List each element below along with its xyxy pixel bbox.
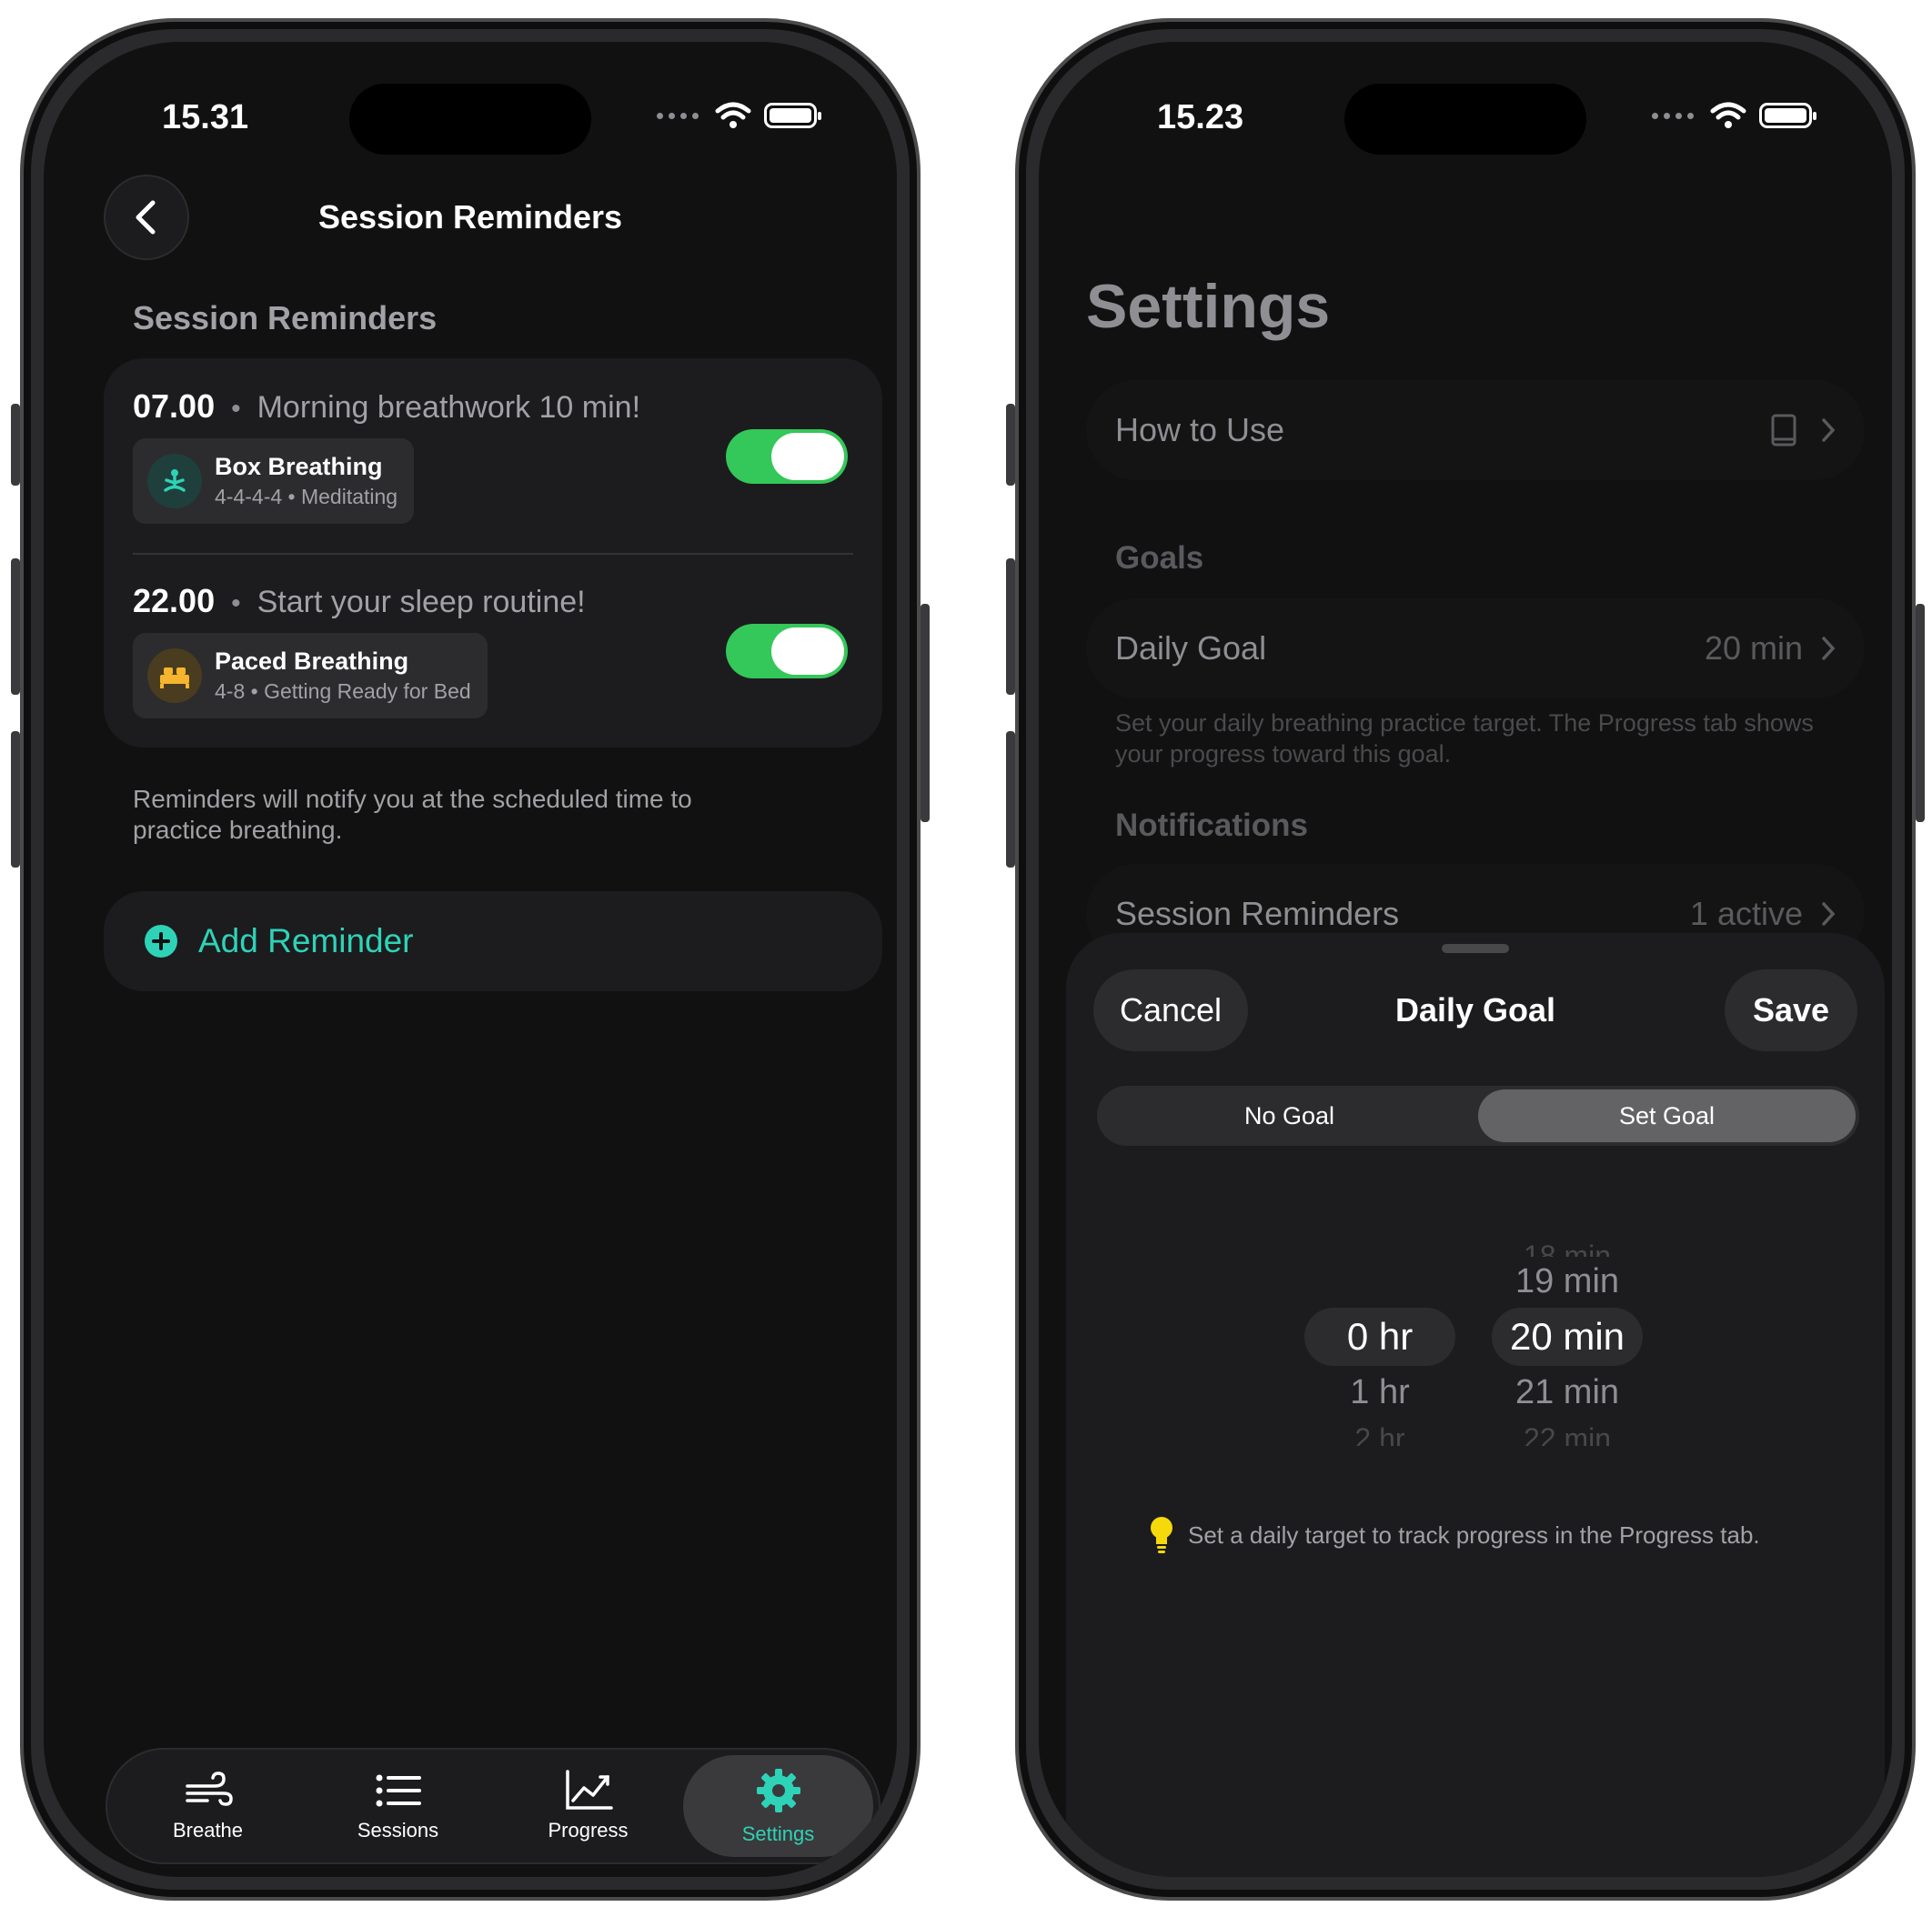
session-reminders-label: Session Reminders <box>1115 895 1400 932</box>
technique-detail: 4-4-4-4 • Meditating <box>215 485 398 508</box>
wifi-icon <box>715 102 751 128</box>
signal-icon <box>657 112 699 119</box>
signal-icon <box>1652 112 1694 119</box>
volume-up-button <box>11 558 20 695</box>
tab-label: Breathe <box>172 1819 244 1842</box>
battery-icon <box>1759 103 1816 128</box>
tab-settings[interactable]: Settings <box>683 1755 873 1857</box>
dynamic-island <box>349 84 591 155</box>
status-time: 15.23 <box>1157 98 1244 136</box>
goal-note: Set your daily breathing practice target… <box>1115 709 1814 768</box>
chevron-right-icon <box>1822 902 1836 926</box>
plus-circle-icon <box>145 925 177 958</box>
technique-detail: 4-8 • Getting Ready for Bed <box>215 679 471 703</box>
goals-header: Goals <box>1115 540 1204 576</box>
daily-goal-sheet: Cancel Daily Goal Save No Goal Set Goal … <box>1066 933 1885 1877</box>
footnote: Reminders will notify you at the schedul… <box>133 785 692 844</box>
segment-no-goal[interactable]: No Goal <box>1101 1089 1478 1142</box>
screen-session-reminders: 15.31 Session Reminders Session Reminder… <box>44 42 897 1877</box>
goal-mode-segmented-control: No Goal Set Goal <box>1097 1086 1859 1146</box>
save-button[interactable]: Save <box>1725 969 1857 1051</box>
reminder-toggle[interactable] <box>726 624 848 678</box>
daily-goal-value: 20 min <box>1704 629 1803 667</box>
reminder-row[interactable]: 22.00 • Start your sleep routine! <box>133 582 853 620</box>
tab-sessions[interactable]: Sessions <box>303 1755 493 1857</box>
technique-name: Paced Breathing <box>215 647 409 675</box>
daily-goal-row[interactable]: Daily Goal 20 min <box>1086 598 1865 698</box>
tip-text: Set a daily target to track progress in … <box>1188 1521 1760 1549</box>
volume-up-button <box>1006 558 1015 695</box>
screen-settings: 15.23 Settings How to Use Goals Daily Go… <box>1039 42 1892 1877</box>
tab-breathe[interactable]: Breathe <box>113 1755 303 1857</box>
technique-chip: Box Breathing 4-4-4-4 • Meditating <box>133 438 415 524</box>
power-button <box>921 604 930 822</box>
tab-bar: Breathe Sessions Progress Settings <box>106 1748 880 1864</box>
sheet-grabber[interactable] <box>1442 944 1509 953</box>
nav-title: Session Reminders <box>317 198 623 236</box>
session-reminders-value: 1 active <box>1689 895 1803 932</box>
how-to-use-row[interactable]: How to Use <box>1086 380 1865 480</box>
picker-item: 21 min <box>1514 1373 1620 1411</box>
picker-item: 19 min <box>1514 1262 1620 1300</box>
reminder-message: Morning breathwork 10 min! <box>257 390 641 425</box>
reminder-time: 22.00 <box>133 582 216 619</box>
separator-dot: • <box>231 394 241 424</box>
tab-progress[interactable]: Progress <box>493 1755 683 1857</box>
daily-goal-label: Daily Goal <box>1115 629 1267 667</box>
chart-icon <box>565 1770 613 1810</box>
volume-down-button <box>1006 731 1015 868</box>
add-reminder-button[interactable]: Add Reminder <box>104 891 882 991</box>
list-icon <box>376 1774 421 1807</box>
status-icons <box>1652 102 1816 129</box>
separator-dot: • <box>231 588 241 618</box>
add-reminder-label: Add Reminder <box>198 922 414 959</box>
technique-chip: Paced Breathing 4-8 • Getting Ready for … <box>133 633 488 718</box>
mute-switch <box>1006 404 1015 486</box>
meditation-icon <box>147 454 202 508</box>
chevron-right-icon <box>1822 418 1836 442</box>
technique-name: Box Breathing <box>215 453 383 480</box>
tip-row: Set a daily target to track progress in … <box>1148 1515 1760 1555</box>
reminder-message: Start your sleep routine! <box>257 585 586 619</box>
wind-icon <box>185 1771 233 1806</box>
picker-item-selected: 0 hr <box>1346 1315 1414 1358</box>
gear-icon <box>756 1769 800 1812</box>
status-icons <box>657 102 821 129</box>
dynamic-island <box>1344 84 1586 155</box>
mute-switch <box>11 404 20 486</box>
picker-item: 1 hr <box>1350 1373 1410 1411</box>
picker-item-selected: 20 min <box>1509 1315 1625 1358</box>
segment-set-goal[interactable]: Set Goal <box>1478 1089 1856 1142</box>
status-time: 15.31 <box>162 98 249 136</box>
battery-icon <box>764 103 821 128</box>
phone-frame-right: 15.23 Settings How to Use Goals Daily Go… <box>1006 18 1925 1901</box>
picker-item: 2 hr <box>1354 1422 1405 1446</box>
tab-label: Settings <box>741 1822 815 1845</box>
wifi-icon <box>1710 102 1746 128</box>
page-title: Settings <box>1086 272 1331 341</box>
divider <box>133 553 853 555</box>
how-to-use-label: How to Use <box>1115 411 1285 448</box>
hours-wheel[interactable]: 0 hr 1 hr 2 hr <box>1304 1233 1455 1470</box>
picker-item: 22 min <box>1523 1422 1612 1446</box>
section-header: Session Reminders <box>133 299 438 336</box>
notifications-header: Notifications <box>1115 808 1308 843</box>
phone-frame-left: 15.31 Session Reminders Session Reminder… <box>11 18 930 1901</box>
reminders-card: 07.00 • Morning breathwork 10 min! Box Bre… <box>104 358 882 748</box>
picker-item: 18 min <box>1523 1240 1612 1257</box>
chevron-right-icon <box>1822 637 1836 660</box>
duration-picker[interactable]: 0 hr 1 hr 2 hr 18 min 19 min 20 min 21 m… <box>1066 1233 1885 1470</box>
reminder-toggle[interactable] <box>726 429 848 484</box>
tab-label: Progress <box>548 1819 629 1842</box>
bed-icon <box>147 648 202 703</box>
lightbulb-icon <box>1151 1517 1172 1553</box>
minutes-wheel[interactable]: 18 min 19 min 20 min 21 min 22 min <box>1492 1233 1643 1470</box>
reminder-row[interactable]: 07.00 • Morning breathwork 10 min! <box>133 387 853 426</box>
power-button <box>1916 604 1925 822</box>
book-icon <box>1771 414 1796 447</box>
volume-down-button <box>11 731 20 868</box>
reminder-time: 07.00 <box>133 387 216 425</box>
tab-label: Sessions <box>357 1819 439 1842</box>
